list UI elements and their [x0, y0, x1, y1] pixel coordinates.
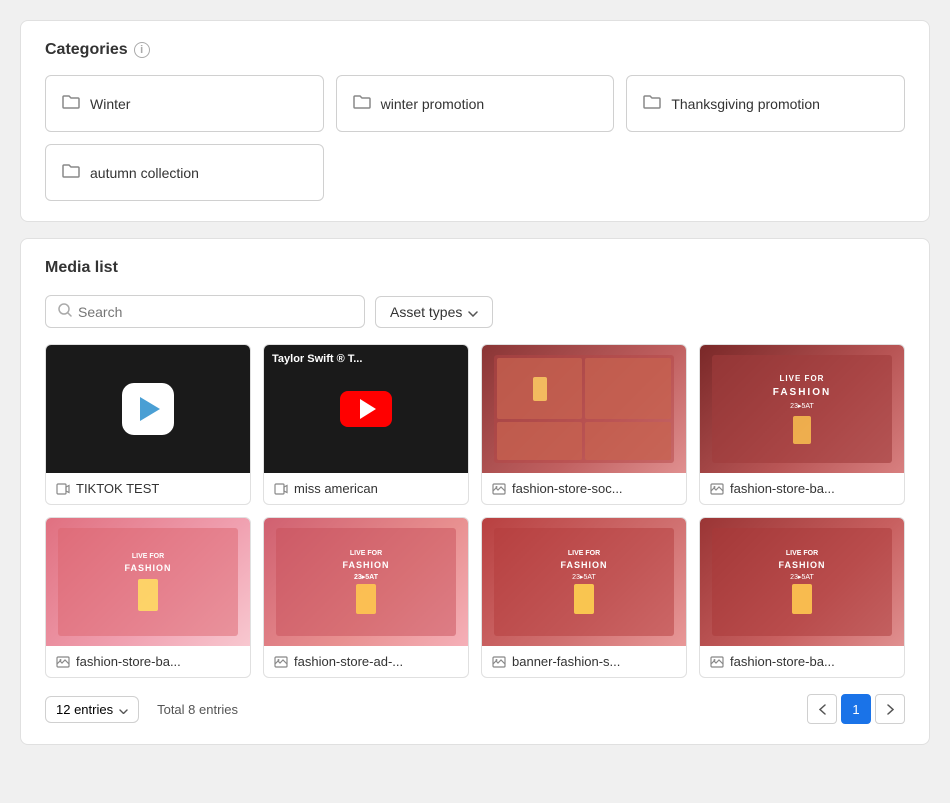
image-icon — [56, 655, 70, 669]
media-grid: TIKTOK TEST Taylor Swift ® T... miss ame… — [45, 344, 905, 678]
media-card-tiktok[interactable]: TIKTOK TEST — [45, 344, 251, 505]
media-thumbnail — [46, 345, 250, 473]
category-label: Winter — [90, 96, 130, 112]
media-name: TIKTOK TEST — [76, 481, 159, 496]
media-name: fashion-store-ad-... — [294, 654, 403, 669]
entries-left: 12 entries Total 8 entries — [45, 696, 238, 723]
categories-heading: Categories — [45, 41, 128, 59]
search-icon — [58, 303, 72, 320]
page-controls: 1 — [807, 694, 905, 724]
play-button — [122, 383, 174, 435]
media-name: fashion-store-soc... — [512, 481, 623, 496]
media-card-fashion-soc[interactable]: fashion-store-soc... — [481, 344, 687, 505]
media-name: banner-fashion-s... — [512, 654, 620, 669]
chevron-down-icon — [468, 304, 478, 320]
image-icon — [274, 655, 288, 669]
yt-triangle — [360, 399, 376, 419]
info-icon[interactable]: i — [134, 42, 150, 58]
folder-icon — [62, 163, 80, 182]
folder-icon — [353, 94, 371, 113]
media-thumbnail: LIVE FOR FASHION 23▸5AT — [700, 518, 904, 646]
media-info: fashion-store-soc... — [482, 473, 686, 504]
category-label: winter promotion — [381, 96, 485, 112]
media-card-fashion-ad[interactable]: LIVE FOR FASHION 23▸5AT fashion-store-ad… — [263, 517, 469, 678]
video-icon — [56, 482, 70, 496]
folder-icon — [62, 94, 80, 113]
folder-icon — [643, 94, 661, 113]
entries-per-page-select[interactable]: 12 entries — [45, 696, 139, 723]
media-thumbnail: LIVE FOR FASHION 23▸5AT — [482, 518, 686, 646]
media-list-title: Media list — [45, 259, 905, 277]
categories-title: Categories i — [45, 41, 905, 59]
media-info: fashion-store-ba... — [700, 646, 904, 677]
prev-page-button[interactable] — [807, 694, 837, 724]
media-card-banner-fashion[interactable]: LIVE FOR FASHION 23▸5AT banner-fashion-s… — [481, 517, 687, 678]
media-list-heading: Media list — [45, 259, 118, 277]
media-info: fashion-store-ba... — [700, 473, 904, 504]
image-icon — [710, 482, 724, 496]
asset-types-button[interactable]: Asset types — [375, 296, 493, 328]
media-card-fashion-ba-2[interactable]: LIVE FOR FASHION fashion-store-ba... — [45, 517, 251, 678]
media-thumbnail — [482, 345, 686, 473]
image-icon — [492, 655, 506, 669]
search-box[interactable] — [45, 295, 365, 328]
media-thumbnail: LIVE FOR FASHION — [46, 518, 250, 646]
media-card-fashion-ba-3[interactable]: LIVE FOR FASHION 23▸5AT fashion-store-ba… — [699, 517, 905, 678]
image-icon — [710, 655, 724, 669]
category-label: autumn collection — [90, 165, 199, 181]
search-input[interactable] — [78, 304, 352, 320]
category-item-autumn[interactable]: autumn collection — [45, 144, 324, 201]
youtube-label: Taylor Swift ® T... — [272, 353, 362, 365]
play-triangle — [140, 397, 160, 421]
media-name: fashion-store-ba... — [76, 654, 181, 669]
category-label: Thanksgiving promotion — [671, 96, 820, 112]
media-card-fashion-ba-1[interactable]: LIVE FOR FASHION 23▸5AT fashion-store-ba… — [699, 344, 905, 505]
next-page-button[interactable] — [875, 694, 905, 724]
media-info: TIKTOK TEST — [46, 473, 250, 504]
media-card-miss-american[interactable]: Taylor Swift ® T... miss american — [263, 344, 469, 505]
category-item-winter[interactable]: Winter — [45, 75, 324, 132]
media-info: banner-fashion-s... — [482, 646, 686, 677]
pagination-row: 12 entries Total 8 entries 1 — [45, 694, 905, 724]
media-info: miss american — [264, 473, 468, 504]
media-name: fashion-store-ba... — [730, 481, 835, 496]
media-name: miss american — [294, 481, 378, 496]
media-name: fashion-store-ba... — [730, 654, 835, 669]
page-number: 1 — [852, 702, 859, 717]
category-item-thanksgiving[interactable]: Thanksgiving promotion — [626, 75, 905, 132]
media-list-panel: Media list Asset types — [20, 238, 930, 745]
total-entries-label: Total 8 entries — [157, 702, 238, 717]
categories-panel: Categories i Winter winter promotion — [20, 20, 930, 222]
media-thumbnail: LIVE FOR FASHION 23▸5AT — [264, 518, 468, 646]
youtube-play-button — [340, 391, 392, 427]
video-icon — [274, 482, 288, 496]
page-1-button[interactable]: 1 — [841, 694, 871, 724]
asset-types-label: Asset types — [390, 304, 462, 320]
chevron-down-icon — [119, 702, 128, 717]
media-info: fashion-store-ba... — [46, 646, 250, 677]
media-thumbnail: LIVE FOR FASHION 23▸5AT — [700, 345, 904, 473]
media-thumbnail: Taylor Swift ® T... — [264, 345, 468, 473]
media-info: fashion-store-ad-... — [264, 646, 468, 677]
search-filter-row: Asset types — [45, 295, 905, 328]
entries-per-page-label: 12 entries — [56, 702, 113, 717]
category-item-winter-promotion[interactable]: winter promotion — [336, 75, 615, 132]
categories-grid: Winter winter promotion Thanksgiving pro… — [45, 75, 905, 201]
image-icon — [492, 482, 506, 496]
